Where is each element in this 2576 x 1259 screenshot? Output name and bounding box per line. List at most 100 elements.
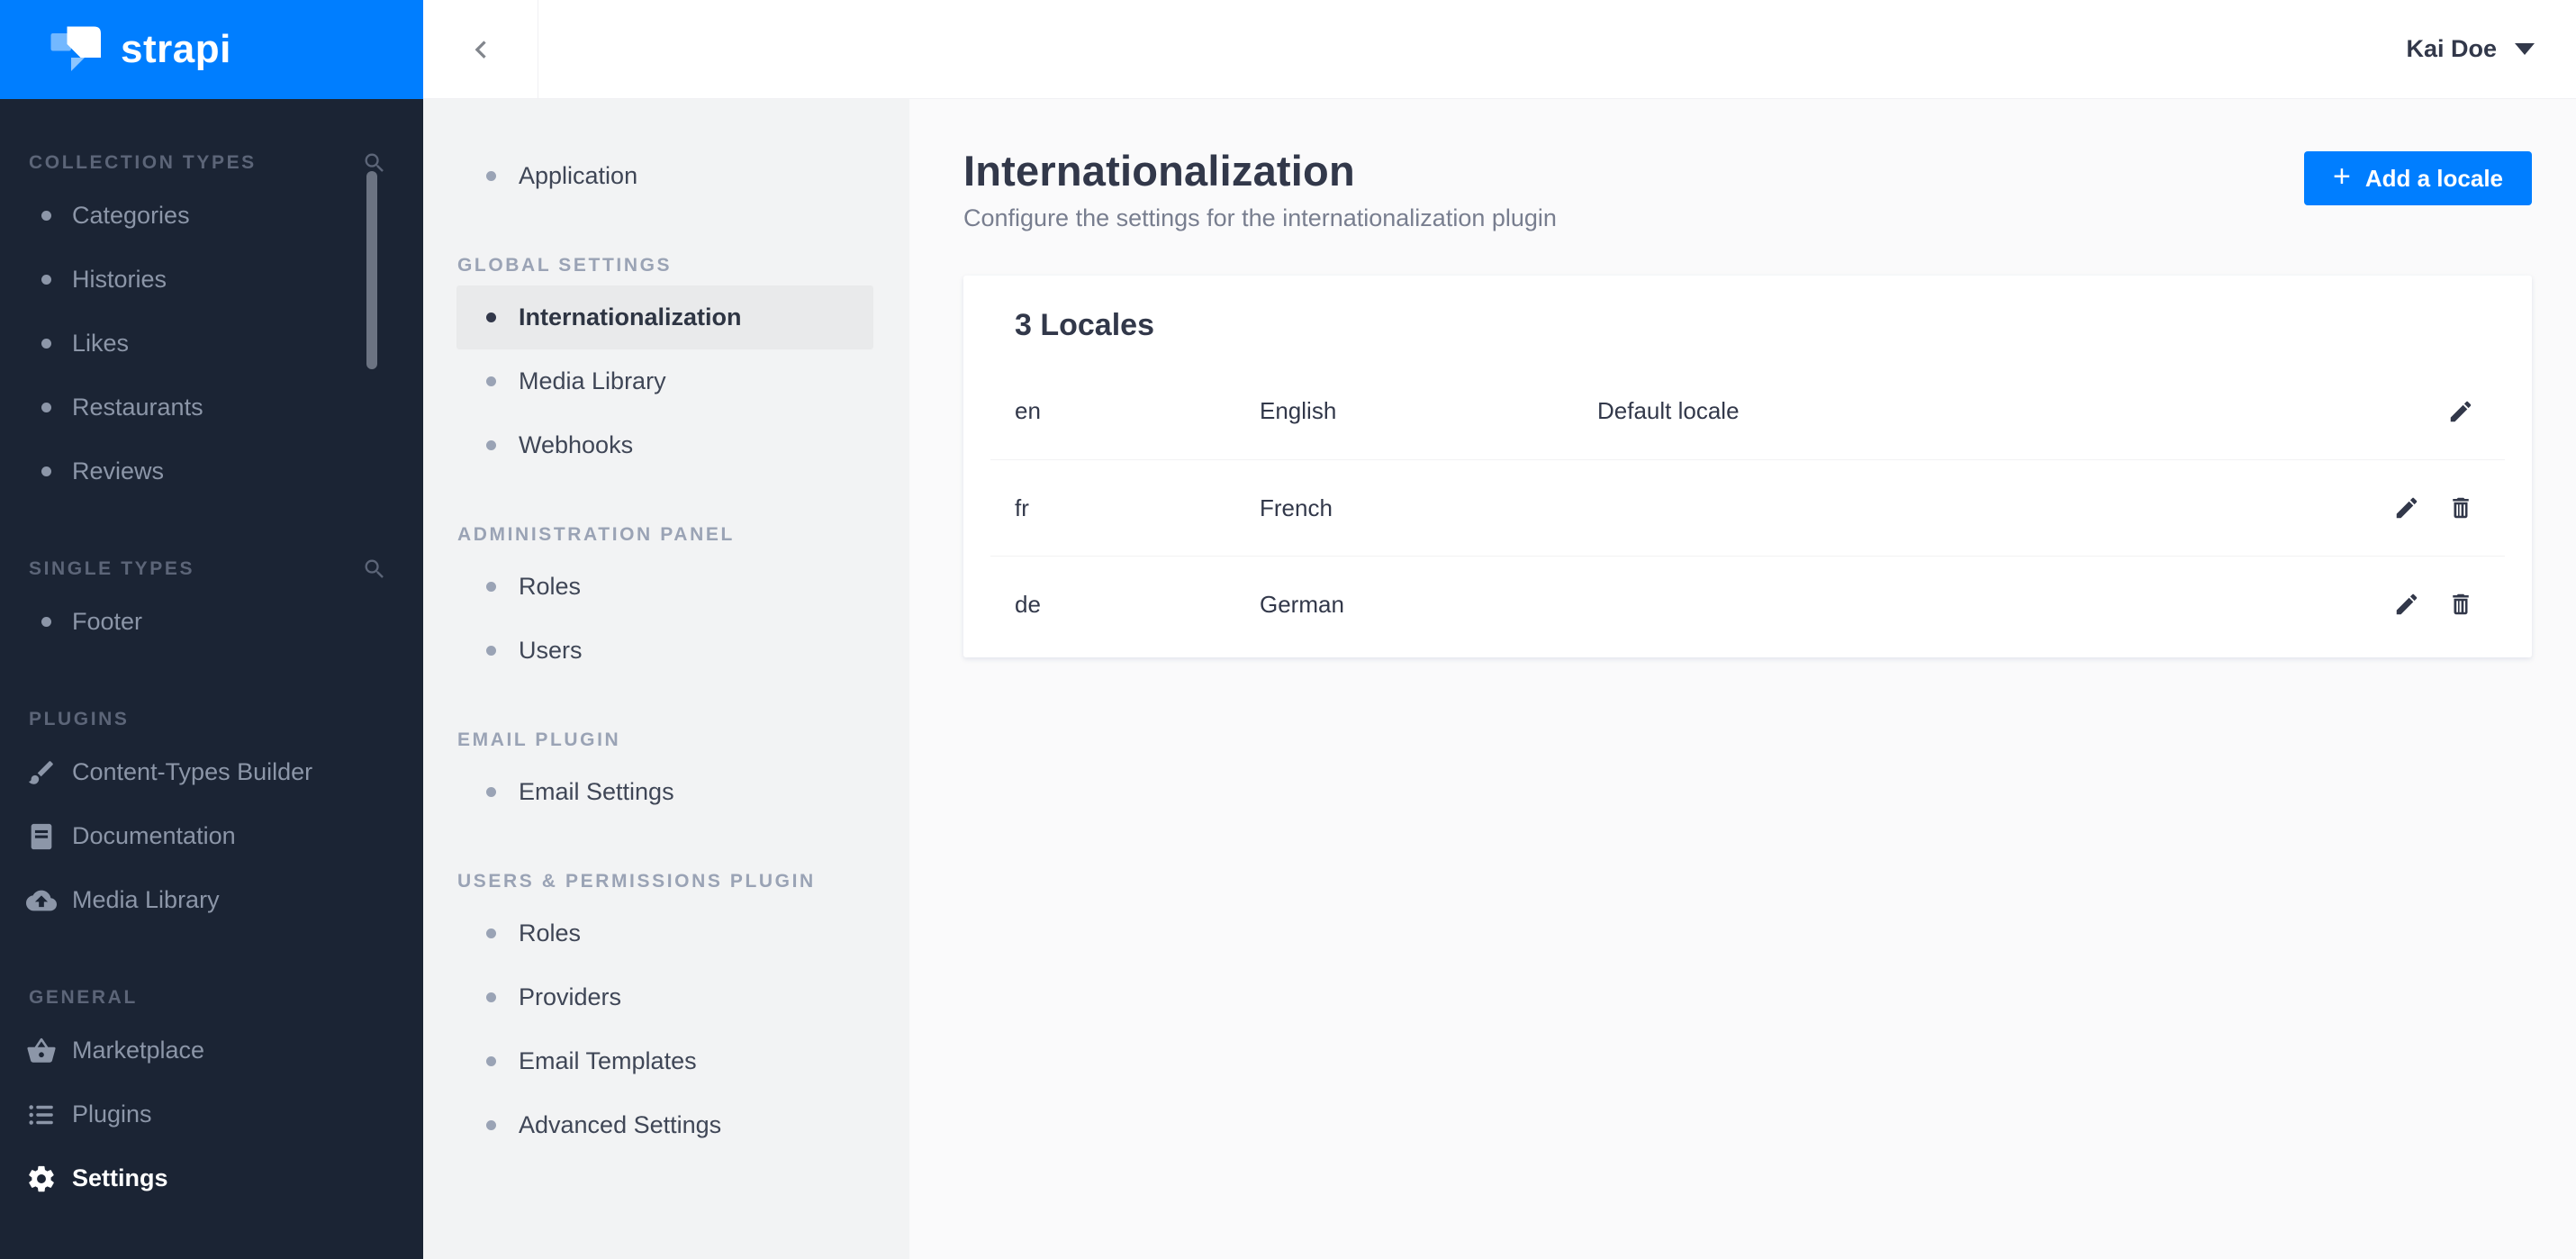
- add-locale-button[interactable]: + Add a locale: [2303, 151, 2532, 205]
- sidebar-item-marketplace[interactable]: Marketplace: [0, 1019, 423, 1082]
- settings-item-application[interactable]: Application: [456, 144, 873, 208]
- bullet-icon: [486, 582, 496, 592]
- sidebar-item-media-library[interactable]: Media Library: [0, 868, 423, 932]
- bullet-icon: [486, 1120, 496, 1130]
- back-button[interactable]: [423, 0, 538, 98]
- trash-icon: [2447, 591, 2474, 618]
- section-email-plugin: EMAIL PLUGIN Email Settings: [423, 720, 909, 824]
- locale-name: English: [1260, 397, 1337, 424]
- settings-item-advanced-settings[interactable]: Advanced Settings: [456, 1093, 873, 1157]
- bullet-icon: [41, 339, 51, 349]
- section-administration-panel: ADMINISTRATION PANEL Roles Users: [423, 515, 909, 683]
- sidebar-scrollbar[interactable]: [366, 171, 377, 369]
- edit-locale-button[interactable]: [2441, 392, 2481, 431]
- general-header: GENERAL: [29, 987, 138, 1008]
- sidebar-item-histories[interactable]: Histories: [0, 248, 423, 312]
- collection-types-header: COLLECTION TYPES: [29, 152, 257, 173]
- locale-code: de: [1015, 590, 1041, 618]
- bullet-icon: [41, 466, 51, 476]
- basket-icon: [25, 1035, 58, 1067]
- bullet-icon: [41, 211, 51, 221]
- bullet-icon: [486, 992, 496, 1002]
- book-icon: [25, 820, 58, 853]
- chevron-left-icon: [465, 34, 496, 65]
- sidebar-item-settings[interactable]: Settings: [0, 1146, 423, 1210]
- locale-name: German: [1260, 590, 1344, 618]
- user-menu[interactable]: Kai Doe: [2406, 0, 2576, 98]
- bullet-icon: [486, 787, 496, 797]
- locale-name: French: [1260, 494, 1333, 521]
- strapi-logo-icon: [47, 20, 106, 79]
- settings-item-internationalization[interactable]: Internationalization: [456, 285, 873, 349]
- settings-item-admin-roles[interactable]: Roles: [456, 555, 873, 619]
- settings-item-email-templates[interactable]: Email Templates: [456, 1029, 873, 1093]
- administration-panel-header: ADMINISTRATION PANEL: [457, 524, 735, 545]
- sidebar-item-documentation[interactable]: Documentation: [0, 804, 423, 868]
- locale-code: en: [1015, 397, 1041, 424]
- bullet-icon: [41, 617, 51, 627]
- trash-icon: [2447, 494, 2474, 521]
- sidebar-item-content-types-builder[interactable]: Content-Types Builder: [0, 740, 423, 804]
- bullet-icon: [486, 171, 496, 181]
- chevron-down-icon: [2515, 43, 2535, 55]
- locales-card-title: 3 Locales: [1015, 308, 1154, 342]
- brush-icon: [25, 756, 58, 789]
- section-plugins: PLUGINS Content-Types Builder Documentat…: [0, 699, 423, 932]
- gear-icon: [25, 1163, 58, 1195]
- locale-code: fr: [1015, 494, 1029, 521]
- main-content: Internationalization Configure the setti…: [909, 99, 2576, 1259]
- edit-locale-button[interactable]: [2387, 584, 2427, 624]
- table-row-en[interactable]: en English Default locale: [990, 363, 2505, 459]
- section-global-settings: GLOBAL SETTINGS Internationalization Med…: [423, 246, 909, 477]
- table-row-de[interactable]: de German: [990, 556, 2505, 652]
- delete-locale-button[interactable]: [2441, 584, 2481, 624]
- bullet-icon: [41, 275, 51, 285]
- section-users-permissions-plugin: USERS & PERMISSIONS PLUGIN Roles Provide…: [423, 862, 909, 1157]
- locales-card: 3 Locales en English Default locale fr F…: [963, 276, 2532, 657]
- sidebar-item-restaurants[interactable]: Restaurants: [0, 376, 423, 439]
- bullet-icon: [41, 403, 51, 412]
- settings-item-media-library[interactable]: Media Library: [456, 349, 873, 413]
- settings-item-webhooks[interactable]: Webhooks: [456, 413, 873, 477]
- sidebar-item-categories[interactable]: Categories: [0, 184, 423, 248]
- strapi-logo[interactable]: strapi: [0, 0, 423, 99]
- add-locale-label: Add a locale: [2364, 164, 2503, 192]
- bullet-icon: [486, 928, 496, 938]
- topbar: Kai Doe: [423, 0, 2576, 99]
- sidebar-item-likes[interactable]: Likes: [0, 312, 423, 376]
- settings-item-providers[interactable]: Providers: [456, 965, 873, 1029]
- app-root: strapi COLLECTION TYPES Categories Histo…: [0, 0, 2576, 1259]
- settings-item-admin-users[interactable]: Users: [456, 619, 873, 683]
- global-settings-header: GLOBAL SETTINGS: [457, 255, 673, 276]
- list-icon: [25, 1099, 58, 1131]
- plus-icon: +: [2332, 159, 2351, 194]
- email-plugin-header: EMAIL PLUGIN: [457, 729, 621, 750]
- main-nav: COLLECTION TYPES Categories Histories Li…: [0, 99, 423, 1259]
- brand-name: strapi: [121, 27, 231, 71]
- single-types-header: SINGLE TYPES: [29, 558, 195, 579]
- edit-locale-button[interactable]: [2387, 488, 2427, 528]
- pencil-icon: [2393, 494, 2420, 521]
- settings-sidebar: Application GLOBAL SETTINGS Internationa…: [423, 99, 909, 1259]
- main-sidebar: strapi COLLECTION TYPES Categories Histo…: [0, 0, 423, 1259]
- cloud-upload-icon: [25, 884, 58, 917]
- page-subtitle: Configure the settings for the internati…: [963, 204, 1557, 231]
- settings-item-up-roles[interactable]: Roles: [456, 901, 873, 965]
- delete-locale-button[interactable]: [2441, 488, 2481, 528]
- locale-status: Default locale: [1597, 397, 1740, 424]
- bullet-icon: [486, 376, 496, 386]
- table-row-fr[interactable]: fr French: [990, 459, 2505, 556]
- users-permissions-header: USERS & PERMISSIONS PLUGIN: [457, 871, 816, 892]
- pencil-icon: [2393, 591, 2420, 618]
- search-icon[interactable]: [362, 557, 387, 582]
- bullet-icon: [486, 440, 496, 450]
- page-title: Internationalization: [963, 147, 1355, 195]
- user-name: Kai Doe: [2406, 35, 2497, 62]
- bullet-icon: [486, 1056, 496, 1066]
- plugins-header: PLUGINS: [29, 709, 130, 729]
- section-collection-types: COLLECTION TYPES Categories Histories Li…: [0, 142, 423, 503]
- sidebar-item-plugins[interactable]: Plugins: [0, 1082, 423, 1146]
- settings-item-email-settings[interactable]: Email Settings: [456, 760, 873, 824]
- sidebar-item-footer[interactable]: Footer: [0, 590, 423, 654]
- sidebar-item-reviews[interactable]: Reviews: [0, 439, 423, 503]
